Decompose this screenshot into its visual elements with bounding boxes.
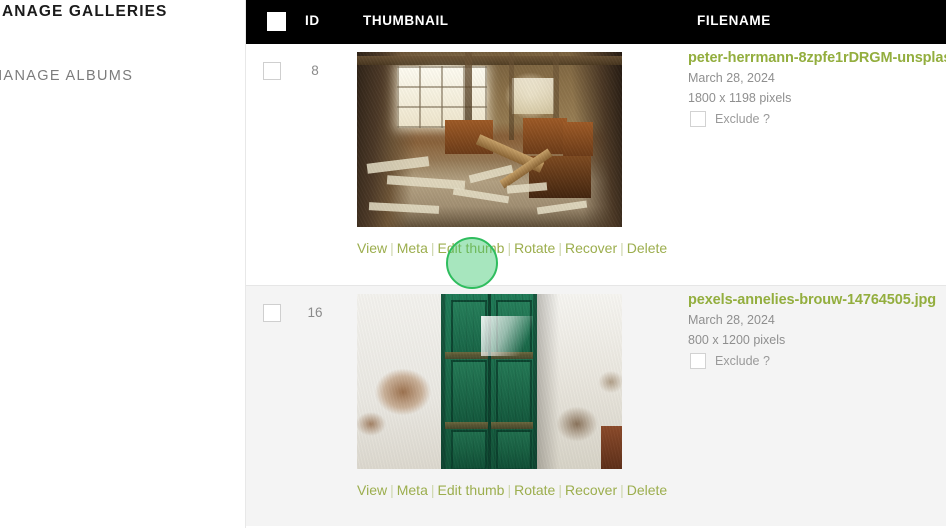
upload-date: March 28, 2024 bbox=[688, 313, 775, 327]
row-action-links: View | Meta | Edit thumb | Rotate | Recover | Dele… bbox=[357, 482, 667, 498]
image-dimensions: 800 x 1200 pixels bbox=[688, 333, 786, 347]
action-edit-thumb[interactable]: Edit thumb bbox=[438, 240, 505, 256]
exclude-label: Exclude ? bbox=[715, 354, 770, 368]
media-library-screen: MANAGE GALLERIES MANAGE ALBUMS ID THUMBN… bbox=[0, 0, 946, 528]
column-header-thumbnail[interactable]: THUMBNAIL bbox=[363, 13, 449, 28]
action-separator: | bbox=[558, 482, 562, 498]
photo-texture bbox=[357, 294, 622, 469]
filename-link[interactable]: pexels-annelies-brouw-14764505.jpg bbox=[688, 292, 936, 308]
row-thumbnail[interactable] bbox=[357, 52, 622, 227]
action-view[interactable]: View bbox=[357, 482, 387, 498]
action-separator: | bbox=[430, 240, 435, 256]
action-separator: | bbox=[507, 240, 512, 256]
row-thumbnail[interactable] bbox=[357, 294, 622, 469]
action-rotate[interactable]: Rotate bbox=[514, 482, 555, 498]
sidebar-item-manage-galleries[interactable]: MANAGE GALLERIES bbox=[0, 3, 168, 21]
action-meta[interactable]: Meta bbox=[397, 240, 428, 256]
action-separator: | bbox=[390, 482, 394, 498]
filename-link[interactable]: peter-herrmann-8zpfe1rDRGM-unsplash.j bbox=[688, 50, 946, 66]
action-recover[interactable]: Recover bbox=[565, 482, 617, 498]
action-view[interactable]: View bbox=[357, 240, 387, 256]
media-table: ID THUMBNAIL FILENAME 8 peter-herrmann-8… bbox=[246, 0, 946, 528]
action-separator: | bbox=[430, 482, 435, 498]
row-id: 8 bbox=[311, 63, 319, 78]
table-row: 8 peter-herrmann-8zpfe1rDRGM-unsplash.j … bbox=[246, 44, 946, 285]
row-select-checkbox[interactable] bbox=[263, 304, 281, 322]
row-id: 16 bbox=[307, 305, 323, 320]
table-row: 16 pexels-annelies-brouw-14764505.jpg Ma… bbox=[246, 285, 946, 526]
action-rotate[interactable]: Rotate bbox=[514, 240, 555, 256]
sidebar: MANAGE GALLERIES MANAGE ALBUMS bbox=[0, 0, 246, 528]
action-edit-thumb[interactable]: Edit thumb bbox=[438, 482, 505, 498]
exclude-checkbox[interactable] bbox=[690, 111, 706, 127]
exclude-label: Exclude ? bbox=[715, 112, 770, 126]
action-meta[interactable]: Meta bbox=[397, 482, 428, 498]
action-separator: | bbox=[507, 482, 512, 498]
upload-date: March 28, 2024 bbox=[688, 71, 775, 85]
row-select-checkbox[interactable] bbox=[263, 62, 281, 80]
action-delete[interactable]: Delete bbox=[627, 482, 667, 498]
action-separator: | bbox=[558, 240, 562, 256]
exclude-checkbox[interactable] bbox=[690, 353, 706, 369]
green-door-thumbnail bbox=[357, 294, 622, 469]
action-separator: | bbox=[620, 482, 624, 498]
abandoned-room-thumbnail bbox=[357, 52, 622, 227]
image-dimensions: 1800 x 1198 pixels bbox=[688, 91, 792, 105]
photo-texture bbox=[357, 52, 622, 227]
column-header-filename[interactable]: FILENAME bbox=[697, 13, 771, 28]
action-recover[interactable]: Recover bbox=[565, 240, 617, 256]
row-action-links: View | Meta | Edit thumb | Rotate | Recover | Dele… bbox=[357, 240, 667, 256]
action-separator: | bbox=[390, 240, 394, 256]
select-all-checkbox[interactable] bbox=[267, 12, 286, 31]
sidebar-item-manage-albums[interactable]: MANAGE ALBUMS bbox=[0, 68, 133, 84]
table-header-row: ID THUMBNAIL FILENAME bbox=[246, 0, 946, 44]
action-separator: | bbox=[620, 240, 624, 256]
column-header-id[interactable]: ID bbox=[305, 13, 320, 28]
action-delete[interactable]: Delete bbox=[627, 240, 667, 256]
